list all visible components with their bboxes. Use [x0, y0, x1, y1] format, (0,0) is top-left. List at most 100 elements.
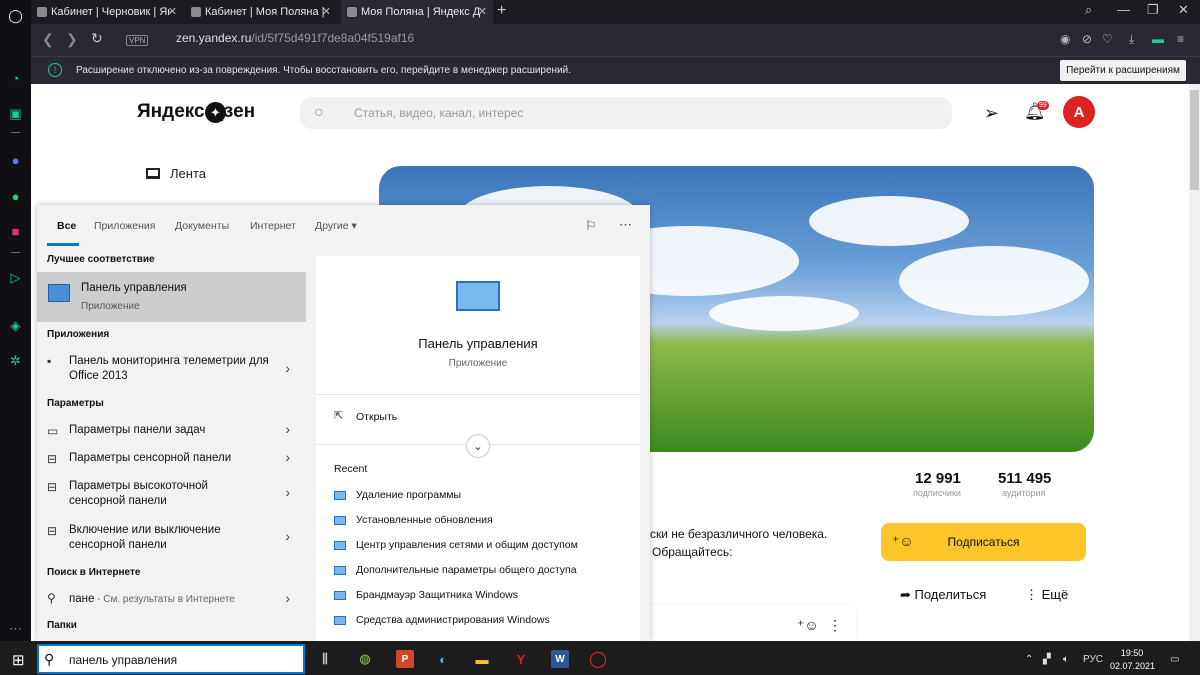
reload-icon[interactable]: ↻ [91, 30, 103, 47]
touchpad-icon: ⊟ [47, 524, 58, 538]
recent-item[interactable]: Установленные обновления [334, 514, 493, 526]
speed-dial-icon[interactable]: ◔ [6, 69, 25, 88]
language-indicator[interactable]: РУС [1083, 654, 1103, 665]
chevron-up-icon[interactable]: ⌃ [1025, 654, 1033, 665]
avatar[interactable]: А [1063, 96, 1095, 128]
download-icon[interactable]: ⤓ [1129, 32, 1134, 47]
list-item[interactable]: ⊟ Параметры высокоточной сенсорной панел… [37, 476, 306, 512]
recent-item[interactable]: Удаление программы [334, 489, 461, 501]
opera-logo-icon[interactable]: ◯ [6, 6, 25, 25]
minimize-icon[interactable]: — [1117, 2, 1130, 17]
kebab-menu-icon[interactable]: ⋮ [828, 617, 842, 634]
powerpoint-icon[interactable]: P [396, 650, 414, 668]
list-item[interactable]: ▭ Параметры панели задач › [37, 420, 306, 442]
tab-2[interactable]: Кабинет | Моя Поляна | Яндекс✕ [185, 0, 337, 24]
player-icon[interactable]: ▷ [6, 268, 25, 287]
recent-item[interactable]: Средства администрирования Windows [334, 614, 550, 626]
tab-other[interactable]: Другие ▾ [315, 220, 357, 232]
network-icon[interactable]: ▞ [1043, 654, 1051, 665]
more-icon[interactable]: ⋯ [6, 619, 25, 638]
chevron-right-icon[interactable]: › [285, 449, 290, 465]
chevron-right-icon[interactable]: › [285, 360, 290, 376]
list-item[interactable]: ⊟ Включение или выключение сенсорной пан… [37, 520, 306, 556]
word-icon[interactable]: W [551, 650, 569, 668]
control-panel-icon [334, 490, 346, 500]
list-item[interactable]: ⊟ Параметры сенсорной панели › [37, 448, 306, 470]
list-item[interactable]: ⚲ пане - См. результаты в Интернете › [37, 590, 306, 610]
forward-icon[interactable]: ❯ [66, 31, 78, 48]
recent-item-label: Средства администрирования Windows [356, 614, 550, 626]
back-icon[interactable]: ❮ [42, 31, 54, 48]
web-query: пане [69, 593, 95, 605]
clock[interactable]: 19:50 02.07.2021 [1110, 647, 1155, 673]
heart-icon[interactable]: ♡ [1102, 32, 1113, 46]
recent-item[interactable]: Брандмауэр Защитника Windows [334, 589, 518, 601]
chevron-right-icon[interactable]: › [285, 528, 290, 544]
recent-item[interactable]: Дополнительные параметры общего доступа [334, 564, 577, 576]
edge-icon[interactable]: ◐ [434, 650, 452, 668]
tab-documents[interactable]: Документы [175, 220, 229, 232]
workspace-icon[interactable]: ▣ [6, 104, 25, 123]
zen-star-icon: ✦ [205, 102, 226, 123]
more-button[interactable]: ⋮ Ещё [1025, 587, 1068, 603]
content-card [650, 605, 856, 641]
chevron-right-icon[interactable]: › [285, 484, 290, 500]
settings-icon[interactable]: ✲ [6, 351, 25, 370]
speaker-icon[interactable]: 🔈︎ [1063, 654, 1069, 665]
menu-icon[interactable]: ≡ [1177, 32, 1184, 46]
feedback-icon[interactable]: ⚐ [585, 218, 597, 234]
options-icon[interactable]: ⋯ [619, 217, 632, 233]
battery-icon[interactable]: ▬ [1152, 32, 1164, 46]
recent-item[interactable]: Центр управления сетями и общим доступом [334, 539, 578, 551]
opera-icon[interactable]: ◯ [589, 650, 607, 668]
chevron-right-icon[interactable]: › [285, 421, 290, 437]
snapshot-icon[interactable]: ◉ [1060, 32, 1070, 46]
search-tabs-icon[interactable]: ⌕ [1085, 2, 1092, 18]
block-icon[interactable]: ⊘ [1082, 32, 1092, 46]
close-tab-icon[interactable]: ✕ [168, 5, 177, 18]
chevron-right-icon[interactable]: › [285, 590, 290, 606]
add-user-icon[interactable]: ⁺☺ [797, 617, 819, 634]
extensions-icon[interactable]: ◈ [6, 316, 25, 335]
tab-1[interactable]: Кабинет | Черновик | Яндекс✕ [31, 0, 183, 24]
task-view-icon[interactable]: ⫼ [316, 650, 334, 668]
instagram-icon[interactable]: ■ [6, 222, 25, 241]
search-icon: ⚲ [44, 651, 55, 667]
recent-item-label: Дополнительные параметры общего доступа [356, 564, 577, 576]
settings-item-label: Параметры сенсорной панели [69, 452, 232, 464]
control-panel-icon [334, 615, 346, 625]
app-icon[interactable]: ◍ [356, 650, 374, 668]
divider [316, 394, 640, 395]
recent-item-label: Удаление программы [356, 489, 462, 501]
close-tab-icon[interactable]: ✕ [478, 5, 487, 18]
messenger-icon[interactable]: ● [6, 151, 25, 170]
maximize-icon[interactable]: ❐ [1147, 2, 1159, 18]
best-match-header: Лучшее соответствие [47, 254, 155, 265]
new-tab-icon[interactable]: + [497, 2, 506, 20]
feed-link[interactable]: Лента [146, 166, 206, 181]
share-button[interactable]: ➦ Поделиться [900, 587, 986, 603]
close-window-icon[interactable]: ✕ [1178, 2, 1189, 18]
notifications-icon[interactable]: ▭ [1170, 654, 1179, 665]
url-field[interactable]: zen.yandex.ru/id/5f75d491f7de8a04f519af1… [176, 31, 414, 45]
send-icon[interactable]: ➢ [984, 103, 999, 124]
list-item[interactable]: ▪ Панель мониторинга телеметрии для Offi… [37, 352, 306, 386]
close-tab-icon[interactable]: ✕ [322, 5, 331, 18]
tab-all[interactable]: Все [57, 220, 76, 232]
go-to-extensions-button[interactable]: Перейти к расширениям [1060, 60, 1186, 81]
open-action[interactable]: Открыть [356, 411, 397, 423]
vpn-badge[interactable]: VPN [126, 35, 149, 46]
tab-3-active[interactable]: Моя Поляна | Яндекс Дзен✕ [341, 0, 493, 24]
best-match-item[interactable]: Панель управления Приложение [37, 272, 306, 322]
scrollbar-thumb[interactable] [1190, 90, 1199, 190]
windows-start-icon[interactable]: ⊞ [12, 651, 25, 669]
file-explorer-icon[interactable]: ▬ [473, 650, 491, 668]
share-label: Поделиться [914, 587, 987, 602]
tab-apps[interactable]: Приложения [94, 220, 155, 232]
yandex-browser-icon[interactable]: Y [512, 650, 530, 668]
search-icon: ⚲ [47, 591, 56, 605]
expand-chevron-icon[interactable]: ⌄ [466, 434, 490, 458]
whatsapp-icon[interactable]: ● [6, 187, 25, 206]
tab-web[interactable]: Интернет [250, 220, 296, 232]
zen-logo[interactable]: Яндекс Дзен [137, 101, 255, 123]
